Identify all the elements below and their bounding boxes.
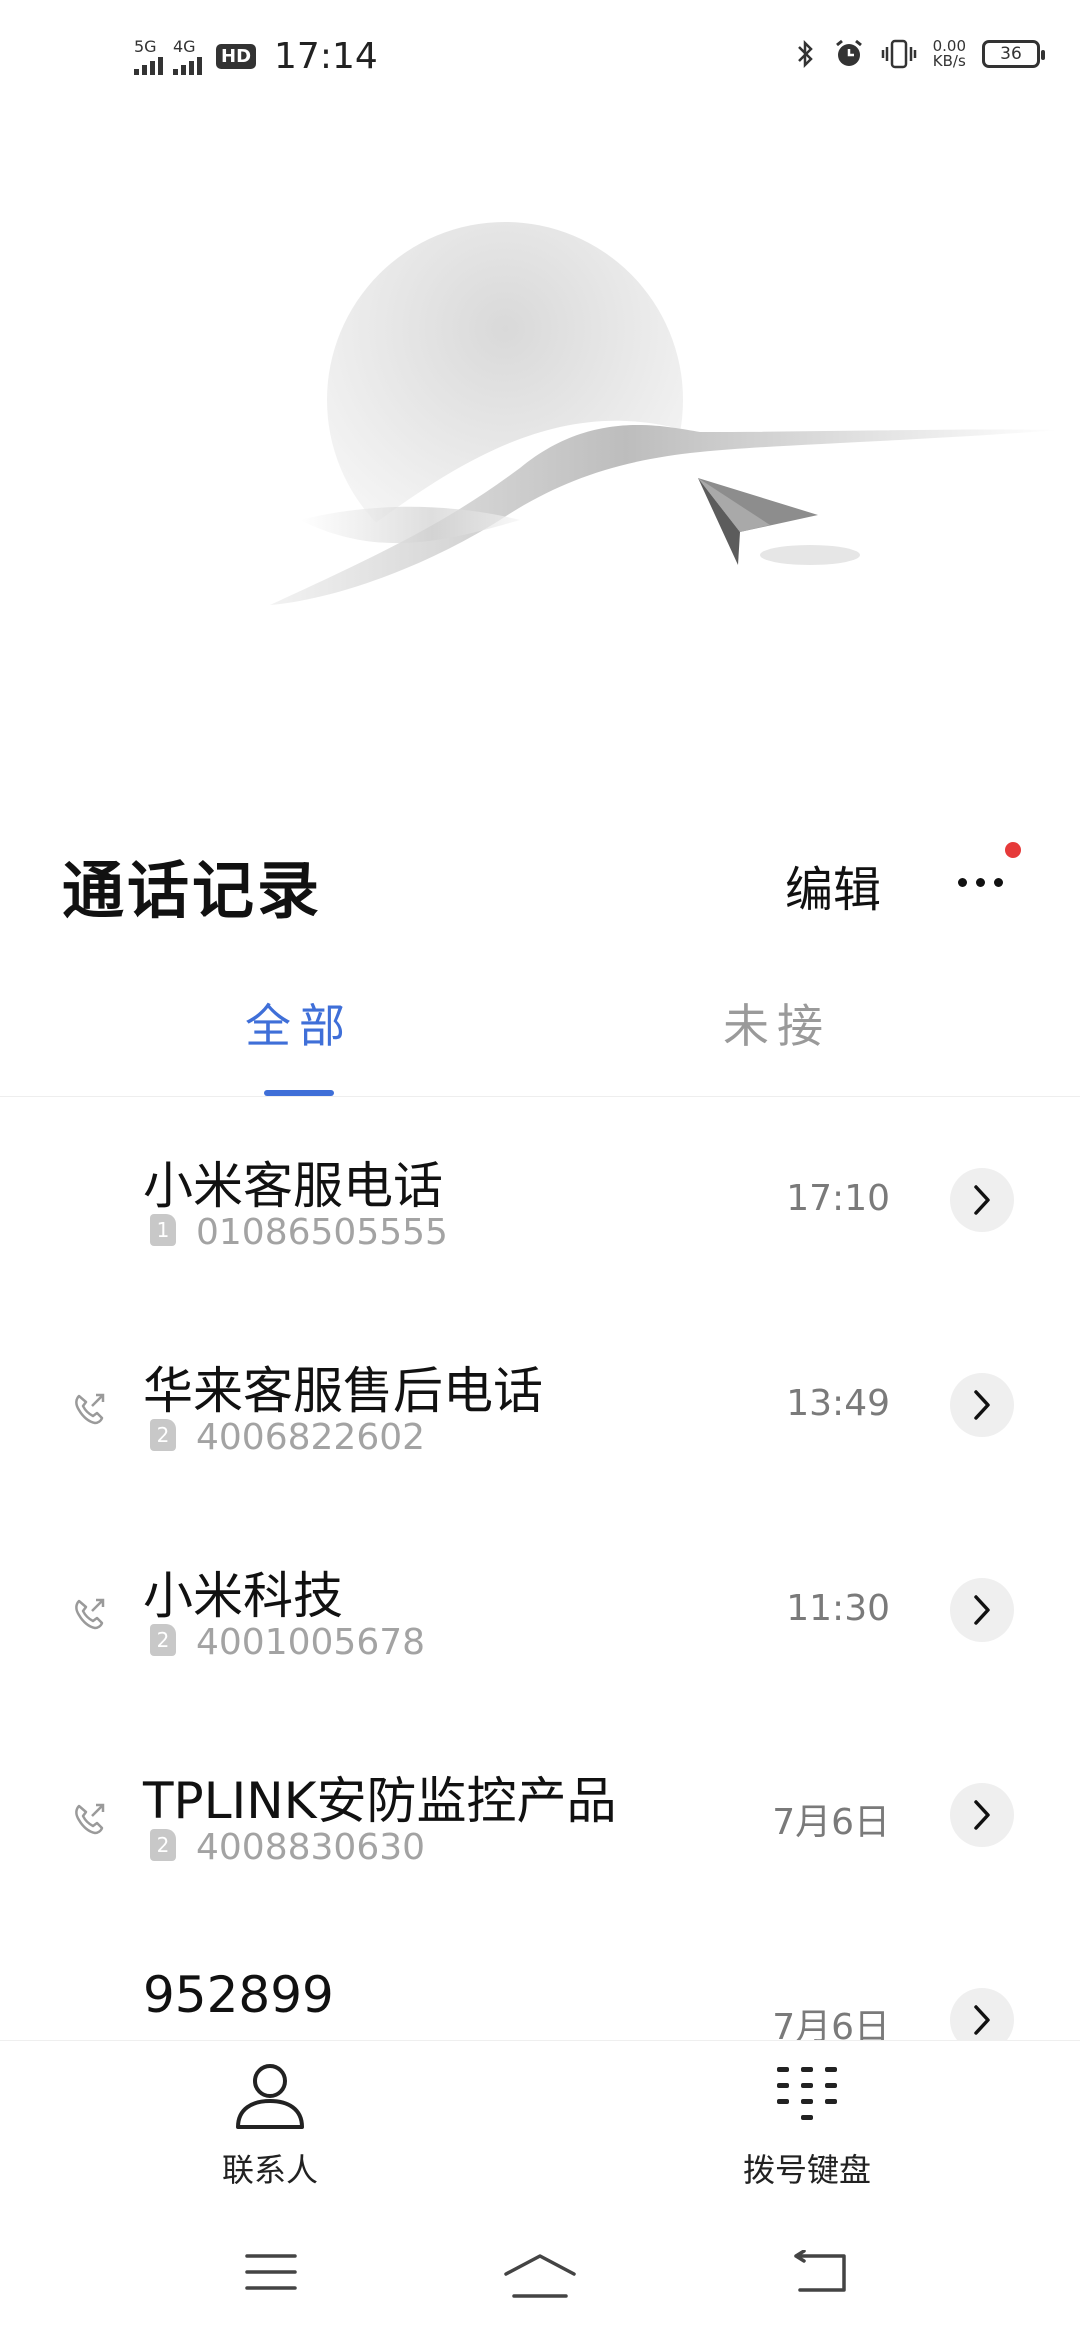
bluetooth-icon [797, 39, 813, 69]
status-right: 0.00 KB/s 36 [795, 38, 1045, 70]
call-log-item[interactable]: 小米科技 2 4001005678 11:30 [0, 1518, 1080, 1723]
sim-card-icon: 1 [150, 1214, 176, 1246]
tab-missed[interactable]: 未接 [723, 990, 831, 1056]
more-dot-icon [957, 877, 967, 887]
call-time: 17:10 [786, 1178, 890, 1219]
alarm-icon [835, 39, 862, 66]
dialpad-icon [777, 2067, 837, 2120]
nav-dialpad[interactable]: 拨号键盘 [697, 2061, 917, 2191]
caller-name: 华来客服售后电话 [143, 1362, 543, 1420]
edit-button[interactable]: 编辑 [785, 850, 881, 920]
call-log-item[interactable]: 小米客服电话 1 01086505555 17:10 [0, 1108, 1080, 1313]
outgoing-call-icon [75, 1393, 105, 1425]
more-dot-icon [975, 877, 985, 887]
person-icon [236, 2064, 304, 2129]
outgoing-call-icon [75, 1598, 105, 1630]
caller-number: 01086505555 [196, 1212, 448, 1253]
sim-card-icon: 2 [150, 1419, 176, 1451]
caller-name: TPLINK安防监控产品 [143, 1772, 617, 1830]
call-details-button[interactable] [950, 1578, 1014, 1642]
bottom-navigation: 联系人 拨号键盘 [0, 2040, 1080, 2210]
chevron-right-icon [974, 1390, 990, 1420]
call-log-item[interactable]: TPLINK安防监控产品 2 4008830630 7月6日 [0, 1723, 1080, 1928]
paper-plane-illustration [270, 222, 1070, 640]
sim1-signal-icon: 5G [134, 36, 163, 75]
sim2-signal-icon: 4G [173, 36, 202, 75]
chevron-right-icon [974, 1800, 990, 1830]
battery-icon: 36 [982, 40, 1045, 68]
back-icon[interactable] [790, 2250, 850, 2296]
call-time: 13:49 [786, 1383, 890, 1424]
nav-dialpad-label: 拨号键盘 [742, 2151, 871, 2189]
call-details-button[interactable] [950, 1373, 1014, 1437]
net-speed-unit: KB/s [932, 52, 966, 70]
status-time: 17:14 [274, 36, 378, 77]
notification-dot [1005, 842, 1021, 858]
call-time: 7月6日 [772, 1802, 890, 1843]
more-options-button[interactable] [948, 852, 1012, 912]
status-left: 5G 4G HD 17:14 [134, 36, 378, 77]
battery-level: 36 [1000, 44, 1022, 64]
nav-contacts-label: 联系人 [221, 2151, 318, 2189]
call-details-button[interactable] [950, 1783, 1014, 1847]
status-bar: 5G 4G HD 17:14 0.00 KB/s 36 [0, 0, 1080, 120]
sim-card-icon: 2 [150, 1829, 176, 1861]
chevron-right-icon [974, 1185, 990, 1215]
call-log-screen: 5G 4G HD 17:14 0.00 KB/s 36 通话记录 编辑 全部 未… [0, 0, 1080, 2340]
chevron-right-icon [974, 2005, 990, 2035]
sim2-network-label: 4G [173, 36, 196, 56]
page-title: 通话记录 [62, 854, 323, 927]
caller-name: 952899 [143, 1966, 334, 2024]
call-details-button[interactable] [950, 1988, 1014, 2040]
caller-name: 小米客服电话 [143, 1157, 443, 1215]
nav-contacts[interactable]: 联系人 [160, 2061, 380, 2191]
call-details-button[interactable] [950, 1168, 1014, 1232]
home-icon[interactable] [502, 2250, 578, 2300]
network-speed: 0.00 KB/s [933, 39, 966, 69]
call-log-item[interactable]: 华来客服售后电话 2 4006822602 13:49 [0, 1313, 1080, 1518]
more-dot-icon [993, 877, 1003, 887]
tab-all[interactable]: 全部 [245, 990, 353, 1056]
call-time: 11:30 [786, 1588, 890, 1629]
vibrate-icon [881, 39, 916, 69]
call-list[interactable]: 小米客服电话 1 01086505555 17:10 华来客服售后电话 2 40… [0, 1108, 1080, 2040]
hd-voice-icon: HD [216, 44, 257, 69]
sim1-network-label: 5G [134, 36, 157, 56]
caller-number: 4001005678 [196, 1622, 426, 1663]
sim-card-icon: 2 [150, 1624, 176, 1656]
divider [0, 1096, 1080, 1097]
caller-name: 小米科技 [143, 1567, 343, 1625]
call-filter-tabs: 全部 未接 [0, 990, 1080, 1100]
caller-number: 4006822602 [196, 1417, 426, 1458]
outgoing-call-icon [75, 1803, 105, 1835]
caller-number: 4008830630 [196, 1827, 426, 1868]
menu-icon[interactable] [244, 2250, 298, 2294]
chevron-right-icon [974, 1595, 990, 1625]
system-navigation-bar [0, 2210, 1080, 2340]
call-log-item[interactable]: 952899 7月6日 [0, 1928, 1080, 2040]
call-time: 7月6日 [772, 2007, 890, 2040]
